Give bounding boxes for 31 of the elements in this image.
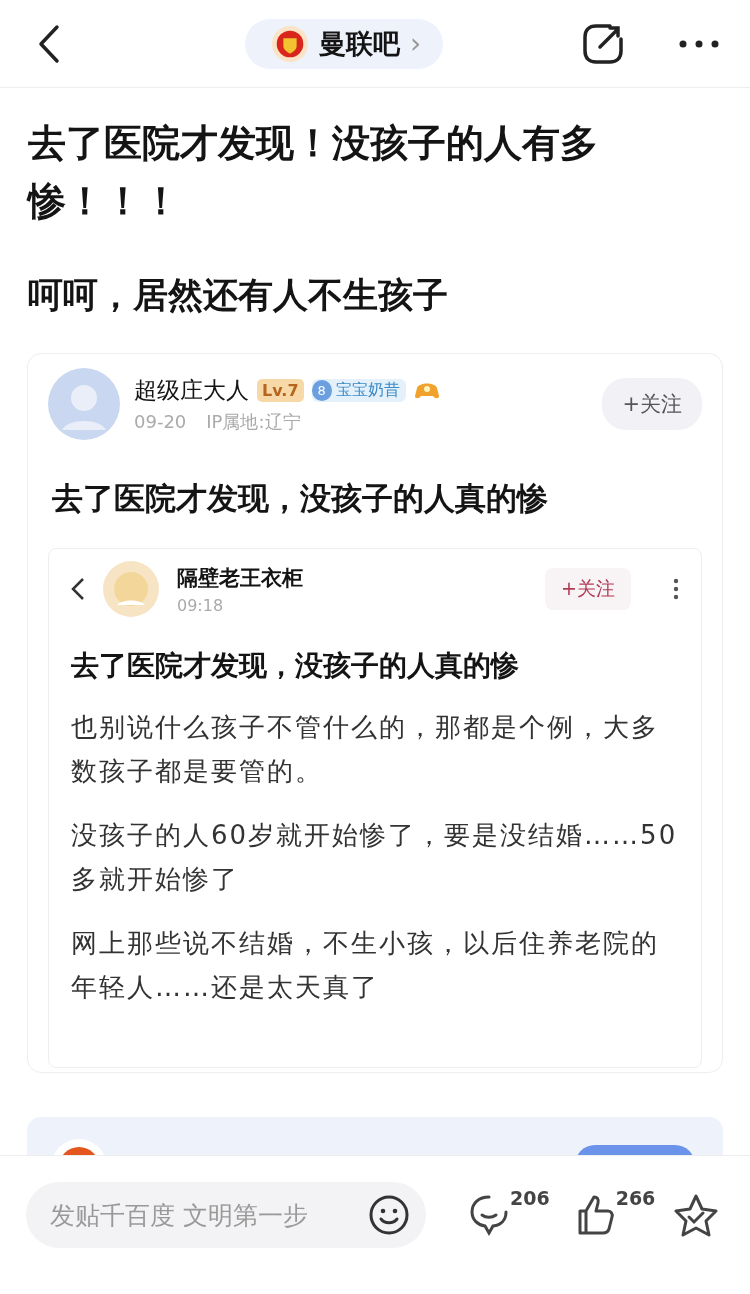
more-icon[interactable] (678, 38, 720, 49)
follow-button[interactable]: +关注 (602, 378, 702, 430)
more-icon (673, 578, 679, 600)
like-count: 266 (615, 1187, 656, 1209)
post-time: 09:18 (177, 595, 225, 615)
quoted-title: 去了医院才发现，没孩子的人真的惨 (52, 479, 549, 518)
emoji-icon[interactable] (368, 1194, 410, 1236)
comment-field[interactable]: 发贴千百度 文明第一步 (26, 1182, 426, 1248)
avatar-icon (48, 368, 120, 440)
paragraph: 也别说什么孩子不管什么的，那都是个例，大多数孩子都是要管的。 (71, 711, 660, 788)
back-icon (71, 577, 85, 601)
comment-count: 206 (510, 1187, 550, 1209)
ip-location: IP属地:辽宁 (206, 409, 301, 434)
author-name: 超级庄大人 (134, 375, 249, 405)
back-icon[interactable] (38, 23, 60, 64)
paragraph: 没孩子的人60岁就开始惨了，要是没结婚……50多就开始惨了 (71, 819, 679, 896)
forum-name: 曼联吧 (319, 26, 400, 61)
level-badge: Lv.7 (257, 378, 304, 402)
comment-icon[interactable] (468, 1193, 510, 1237)
follow-button[interactable]: +关注 (545, 568, 631, 610)
post-text: 呵呵，居然还有人不生孩子 (28, 274, 449, 317)
forum-chip[interactable]: 曼联吧 › (245, 18, 444, 69)
post-date: 09-20 (134, 411, 187, 432)
star-icon[interactable] (673, 1193, 720, 1237)
paragraph: 网上那些说不结婚，不生小孩，以后住养老院的年轻人……还是太天真了 (71, 927, 660, 1004)
post-title: 去了医院才发现！没孩子的人有多惨！！！ (28, 120, 599, 225)
screenshot-title: 去了医院才发现，没孩子的人真的惨 (71, 648, 520, 684)
avatar-icon (103, 561, 159, 617)
chevron: › (410, 27, 422, 60)
fan-badge: 8 宝宝奶昔 (311, 378, 406, 402)
author-name: 隔壁老王衣柜 (177, 564, 304, 592)
